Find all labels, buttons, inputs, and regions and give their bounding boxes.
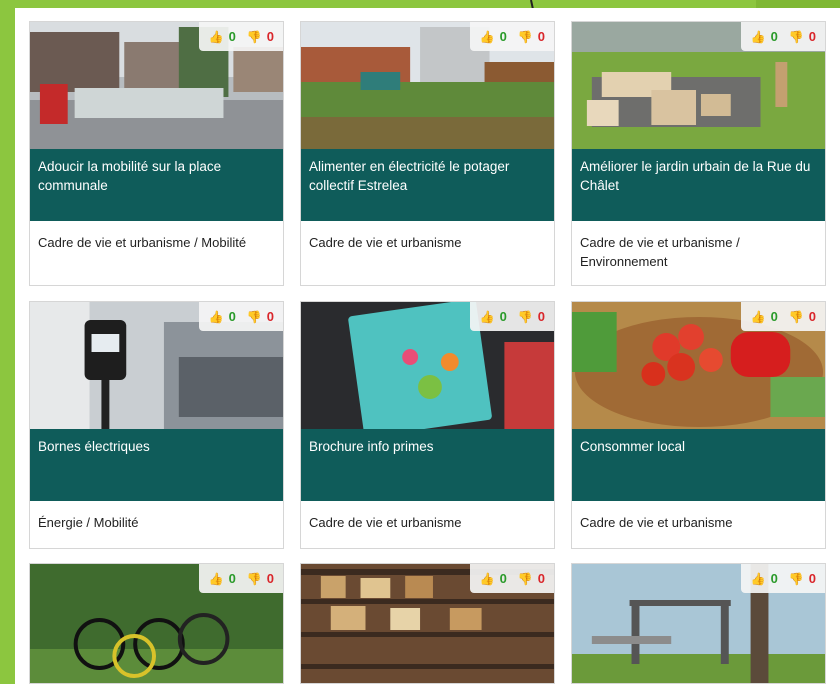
upvote-count: 0 <box>499 571 507 586</box>
upvote-count: 0 <box>228 571 236 586</box>
project-title[interactable]: Bornes électriques <box>30 429 283 501</box>
thumbs-up-icon[interactable]: 👍 <box>209 572 224 586</box>
project-category: Cadre de vie et urbanisme / Environnemen… <box>580 235 740 269</box>
thumbs-down-icon[interactable]: 👎 <box>789 30 804 44</box>
project-card[interactable]: 👍 0 👎 0 Améliorer le jardin urbain de la… <box>571 21 826 286</box>
upvote-count: 0 <box>770 571 778 586</box>
vote-counter: 👍 0 👎 0 <box>198 564 283 593</box>
vote-counter: 👍 0 👎 0 <box>469 22 554 51</box>
project-card[interactable]: 👍 0 👎 0 <box>571 563 826 684</box>
upvote-count: 0 <box>228 309 236 324</box>
upvote-count: 0 <box>499 29 507 44</box>
thumbs-up-icon[interactable]: 👍 <box>751 30 766 44</box>
downvote-count: 0 <box>808 571 816 586</box>
thumbs-up-icon[interactable]: 👍 <box>480 30 495 44</box>
project-category: Cadre de vie et urbanisme <box>580 515 733 530</box>
project-title[interactable]: Brochure info primes <box>301 429 554 501</box>
project-card[interactable]: 👍 0 👎 0 Brochure info primes Cadre de vi… <box>300 301 555 549</box>
project-card[interactable]: 👍 0 👎 0 Adoucir la mobilité sur la place… <box>29 21 284 286</box>
downvote-count: 0 <box>537 309 545 324</box>
project-category: Énergie / Mobilité <box>38 515 139 530</box>
downvote-count: 0 <box>808 309 816 324</box>
project-card[interactable]: 👍 0 👎 0 <box>29 563 284 684</box>
downvote-count: 0 <box>537 571 545 586</box>
thumbs-down-icon[interactable]: 👎 <box>518 30 533 44</box>
upvote-count: 0 <box>228 29 236 44</box>
upvote-count: 0 <box>770 309 778 324</box>
vote-counter: 👍 0 👎 0 <box>740 22 825 51</box>
thumbs-up-icon[interactable]: 👍 <box>209 30 224 44</box>
top-accent-bar <box>756 0 840 8</box>
thumbs-up-icon[interactable]: 👍 <box>751 572 766 586</box>
project-category: Cadre de vie et urbanisme / Mobilité <box>38 235 247 250</box>
vote-counter: 👍 0 👎 0 <box>198 302 283 331</box>
thumbs-down-icon[interactable]: 👎 <box>247 572 262 586</box>
project-card[interactable]: 👍 0 👎 0 Consommer local Cadre de vie et … <box>571 301 826 549</box>
thumbs-up-icon[interactable]: 👍 <box>480 572 495 586</box>
project-grid: 👍 0 👎 0 Adoucir la mobilité sur la place… <box>15 8 840 684</box>
project-title[interactable]: Adoucir la mobilité sur la place communa… <box>30 149 283 221</box>
thumbs-down-icon[interactable]: 👎 <box>789 310 804 324</box>
upvote-count: 0 <box>770 29 778 44</box>
downvote-count: 0 <box>266 571 274 586</box>
project-category: Cadre de vie et urbanisme <box>309 235 462 250</box>
thumbs-down-icon[interactable]: 👎 <box>247 310 262 324</box>
downvote-count: 0 <box>266 29 274 44</box>
downvote-count: 0 <box>808 29 816 44</box>
vote-counter: 👍 0 👎 0 <box>469 564 554 593</box>
vote-counter: 👍 0 👎 0 <box>740 302 825 331</box>
thumbs-up-icon[interactable]: 👍 <box>209 310 224 324</box>
upvote-count: 0 <box>499 309 507 324</box>
downvote-count: 0 <box>537 29 545 44</box>
thumbs-up-icon[interactable]: 👍 <box>480 310 495 324</box>
vote-counter: 👍 0 👎 0 <box>469 302 554 331</box>
thumbs-down-icon[interactable]: 👎 <box>789 572 804 586</box>
thumbs-down-icon[interactable]: 👎 <box>247 30 262 44</box>
thumbs-up-icon[interactable]: 👍 <box>751 310 766 324</box>
project-title[interactable]: Consommer local <box>572 429 825 501</box>
project-category: Cadre de vie et urbanisme <box>309 515 462 530</box>
downvote-count: 0 <box>266 309 274 324</box>
thumbs-down-icon[interactable]: 👎 <box>518 310 533 324</box>
vote-counter: 👍 0 👎 0 <box>740 564 825 593</box>
project-card[interactable]: 👍 0 👎 0 Alimenter en électricité le pota… <box>300 21 555 286</box>
project-title[interactable]: Alimenter en électricité le potager coll… <box>301 149 554 221</box>
project-card[interactable]: 👍 0 👎 0 Bornes électriques Énergie / Mob… <box>29 301 284 549</box>
project-card[interactable]: 👍 0 👎 0 <box>300 563 555 684</box>
thumbs-down-icon[interactable]: 👎 <box>518 572 533 586</box>
project-title[interactable]: Améliorer le jardin urbain de la Rue du … <box>572 149 825 221</box>
vote-counter: 👍 0 👎 0 <box>198 22 283 51</box>
